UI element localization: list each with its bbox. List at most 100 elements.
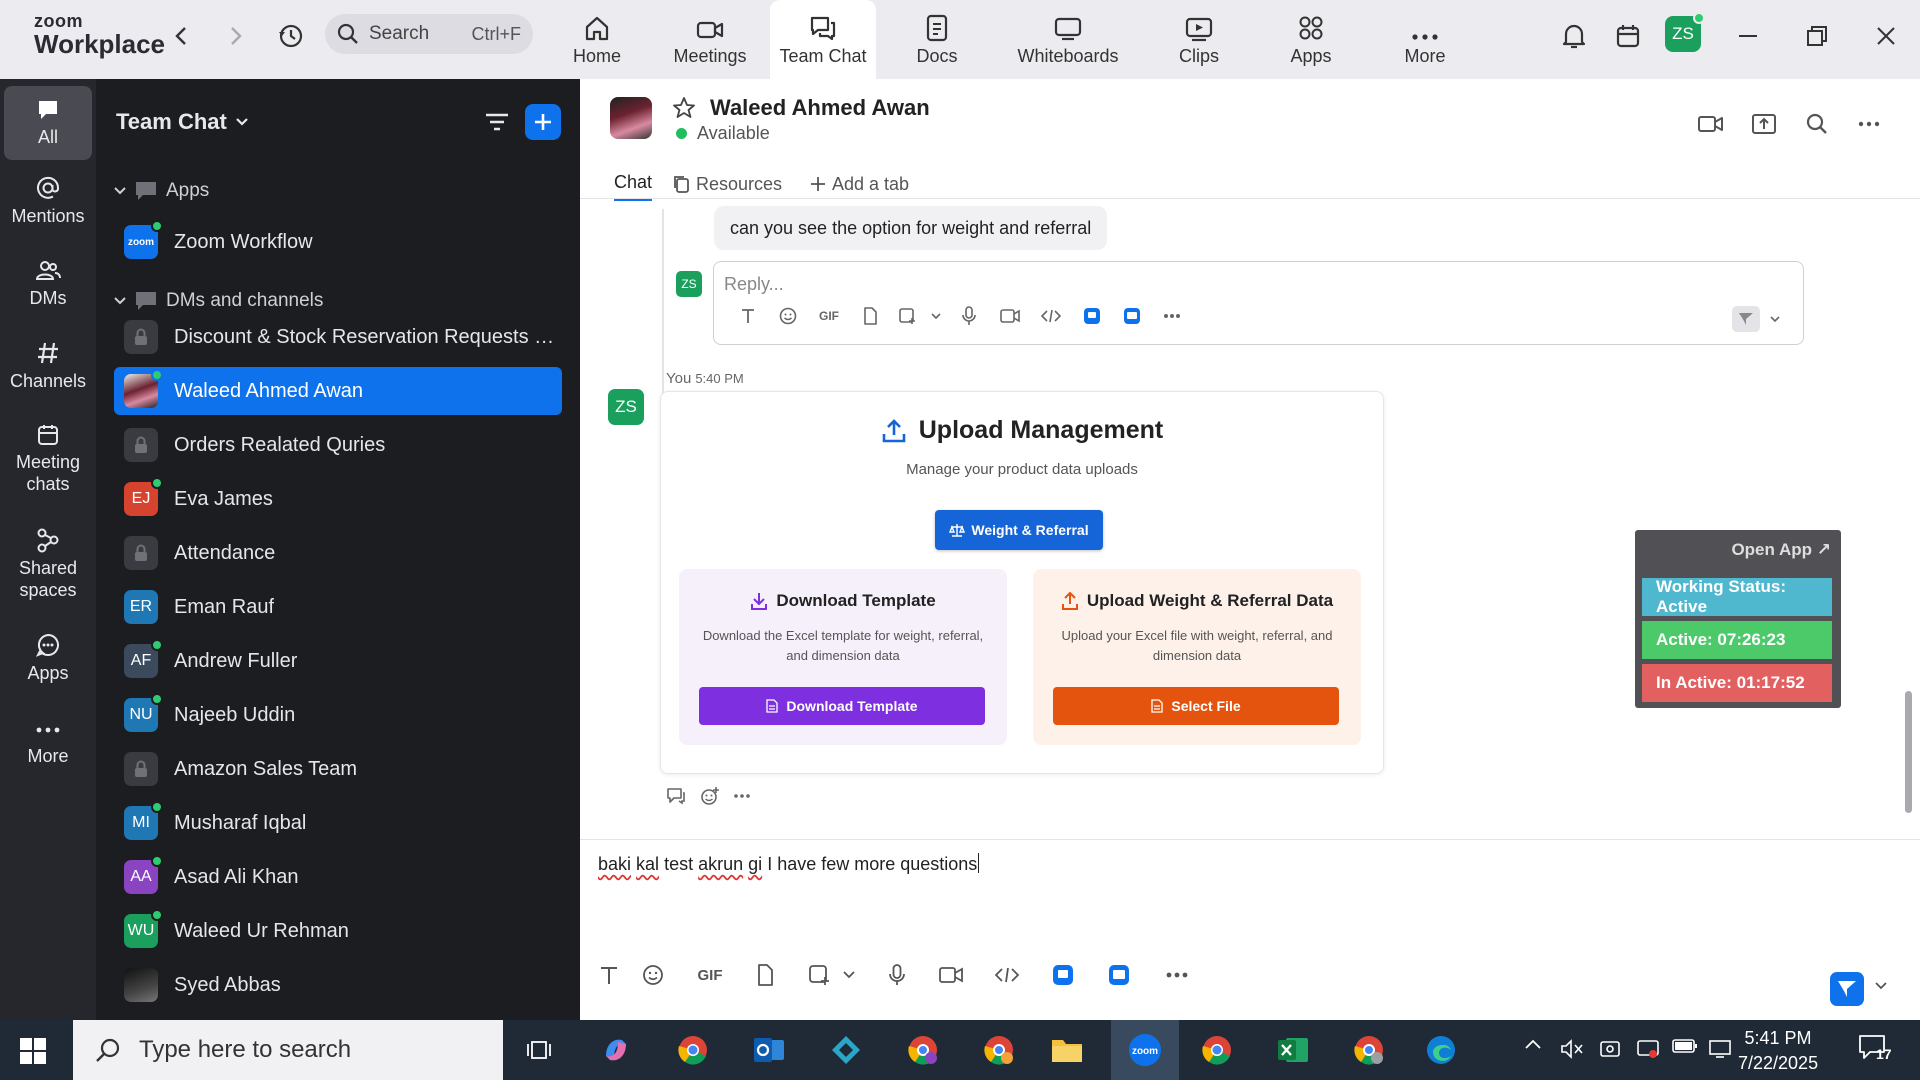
tab-chat[interactable]: Chat bbox=[614, 167, 653, 201]
chevron-down-icon[interactable] bbox=[1760, 315, 1790, 323]
share-screen-icon[interactable] bbox=[1749, 109, 1779, 139]
microphone-icon[interactable] bbox=[948, 306, 990, 326]
app-shortcut-icon[interactable] bbox=[1046, 964, 1080, 986]
chrome-profile-icon[interactable] bbox=[968, 1020, 1030, 1080]
section-apps[interactable]: Apps bbox=[114, 180, 209, 202]
sidebar-title[interactable]: Team Chat bbox=[116, 109, 249, 135]
minimize-icon[interactable] bbox=[1732, 20, 1764, 52]
restore-icon[interactable] bbox=[1801, 20, 1833, 52]
speaker-muted-icon[interactable] bbox=[1560, 1038, 1584, 1060]
chevron-down-icon[interactable] bbox=[924, 312, 948, 320]
sidebar-item[interactable]: ER Eman Rauf bbox=[114, 583, 562, 631]
sidebar-item[interactable]: Syed Abbas bbox=[114, 961, 562, 1009]
meet-now-icon[interactable] bbox=[1598, 1038, 1622, 1060]
send-icon[interactable] bbox=[1732, 306, 1760, 332]
sidebar-item[interactable]: Amazon Sales Team bbox=[114, 745, 562, 793]
sidebar-item[interactable]: AA Asad Ali Khan bbox=[114, 853, 562, 901]
file-icon[interactable] bbox=[748, 964, 782, 986]
app-shortcut-icon[interactable] bbox=[1112, 307, 1152, 325]
send-button[interactable] bbox=[1830, 972, 1864, 1006]
star-icon[interactable] bbox=[672, 96, 696, 120]
chevron-down-icon[interactable] bbox=[838, 971, 860, 979]
search-chat-icon[interactable] bbox=[1802, 109, 1832, 139]
tab-whiteboards[interactable]: Whiteboards bbox=[1010, 0, 1126, 79]
section-dms-channels[interactable]: DMs and channels bbox=[114, 290, 323, 312]
video-call-icon[interactable] bbox=[1696, 109, 1726, 139]
task-view-icon[interactable] bbox=[508, 1020, 570, 1080]
message-bubble[interactable]: can you see the option for weight and re… bbox=[714, 206, 1108, 250]
edge-icon[interactable] bbox=[1410, 1020, 1472, 1080]
add-reaction-icon[interactable] bbox=[700, 786, 720, 806]
screenshot-icon[interactable] bbox=[890, 307, 924, 325]
search-box[interactable]: Search Ctrl+F bbox=[325, 14, 533, 54]
message-more-icon[interactable] bbox=[734, 793, 750, 799]
tab-docs[interactable]: Docs bbox=[904, 0, 970, 79]
scrollbar[interactable] bbox=[1905, 691, 1912, 813]
rail-apps[interactable]: Apps bbox=[4, 632, 92, 684]
user-avatar[interactable]: ZS bbox=[1665, 12, 1705, 52]
text-format-icon[interactable] bbox=[728, 308, 768, 324]
outlook-icon[interactable] bbox=[738, 1020, 800, 1080]
reply-input[interactable]: Reply... GIF bbox=[713, 261, 1804, 345]
bell-icon[interactable] bbox=[1558, 20, 1590, 52]
display-recording-icon[interactable] bbox=[1636, 1038, 1660, 1060]
tab-resources[interactable]: Resources bbox=[672, 167, 782, 201]
sidebar-item[interactable]: AF Andrew Fuller bbox=[114, 637, 562, 685]
new-chat-button[interactable] bbox=[525, 104, 561, 140]
file-icon[interactable] bbox=[850, 307, 890, 325]
tab-more[interactable]: More bbox=[1394, 0, 1456, 79]
weight-referral-button[interactable]: Weight & Referral bbox=[935, 510, 1103, 550]
zoom-workplace-logo[interactable]: zoom Workplace bbox=[34, 12, 165, 57]
select-file-button[interactable]: Select File bbox=[1053, 687, 1339, 725]
network-icon[interactable] bbox=[1708, 1038, 1732, 1058]
more-tools-icon[interactable] bbox=[1160, 972, 1194, 978]
copilot-icon[interactable] bbox=[585, 1020, 647, 1080]
chrome-profile-icon[interactable] bbox=[1338, 1020, 1400, 1080]
gif-button[interactable]: GIF bbox=[808, 309, 850, 323]
sidebar-item[interactable]: NU Najeeb Uddin bbox=[114, 691, 562, 739]
sidebar-item[interactable]: Discount & Stock Reservation Requests O.… bbox=[114, 313, 562, 361]
notification-center-icon[interactable]: 17 bbox=[1858, 1034, 1892, 1062]
microphone-icon[interactable] bbox=[880, 964, 914, 986]
reply-thread-icon[interactable] bbox=[666, 787, 686, 805]
sidebar-item[interactable]: Waleed Ahmed Awan bbox=[114, 367, 562, 415]
app-shortcut-icon[interactable] bbox=[1072, 307, 1112, 325]
sidebar-item[interactable]: WU Waleed Ur Rehman bbox=[114, 907, 562, 955]
tab-meetings[interactable]: Meetings bbox=[664, 0, 756, 79]
taskbar-search[interactable]: Type here to search bbox=[73, 1020, 503, 1080]
tab-home[interactable]: Home bbox=[562, 0, 632, 79]
rail-dms[interactable]: DMs bbox=[4, 259, 92, 309]
emoji-icon[interactable] bbox=[768, 307, 808, 325]
rail-all[interactable]: All bbox=[4, 86, 92, 160]
battery-icon[interactable] bbox=[1672, 1038, 1698, 1054]
sidebar-item[interactable]: EJ Eva James bbox=[114, 475, 562, 523]
sender-avatar[interactable]: ZS bbox=[608, 389, 644, 425]
chrome-profile-icon[interactable] bbox=[892, 1020, 954, 1080]
rail-more[interactable]: More bbox=[4, 719, 92, 767]
video-message-icon[interactable] bbox=[934, 965, 968, 985]
sidebar-item-zoom-workflow[interactable]: zoom Zoom Workflow bbox=[114, 218, 562, 266]
sidebar-item[interactable]: MI Musharaf Iqbal bbox=[114, 799, 562, 847]
chrome-icon[interactable] bbox=[1186, 1020, 1248, 1080]
chrome-icon[interactable] bbox=[662, 1020, 724, 1080]
forward-arrow-icon[interactable] bbox=[222, 22, 250, 50]
rail-channels[interactable]: Channels bbox=[4, 340, 92, 392]
excel-icon[interactable] bbox=[1262, 1020, 1324, 1080]
taskbar-clock[interactable]: 5:41 PM 7/22/2025 bbox=[1738, 1026, 1818, 1076]
tab-clips[interactable]: Clips bbox=[1168, 0, 1230, 79]
close-icon[interactable] bbox=[1870, 20, 1902, 52]
emoji-icon[interactable] bbox=[636, 964, 670, 986]
zoom-app-icon[interactable]: zoom bbox=[1111, 1020, 1179, 1080]
show-hidden-icons-chevron[interactable] bbox=[1524, 1038, 1542, 1050]
rail-meeting-chats[interactable]: Meeting chats bbox=[4, 423, 92, 495]
add-tab-button[interactable]: Add a tab bbox=[810, 167, 909, 201]
screenshot-icon[interactable] bbox=[802, 964, 836, 986]
code-icon[interactable] bbox=[990, 966, 1024, 984]
contact-name[interactable]: Waleed Ahmed Awan bbox=[710, 95, 930, 121]
code-icon[interactable] bbox=[1030, 308, 1072, 324]
message-compose-input[interactable]: baki kal test akrun gi I have few more q… bbox=[598, 853, 980, 875]
file-explorer-icon[interactable] bbox=[1036, 1020, 1098, 1080]
contact-avatar[interactable] bbox=[610, 97, 652, 139]
history-icon[interactable] bbox=[275, 22, 307, 50]
filter-icon[interactable] bbox=[482, 107, 512, 137]
